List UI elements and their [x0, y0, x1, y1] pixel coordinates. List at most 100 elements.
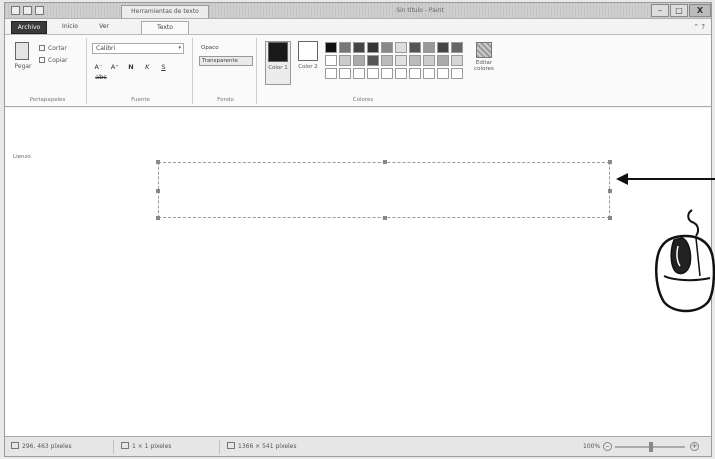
- cursor-icon: [11, 442, 19, 449]
- color1-label: Color 1: [268, 65, 288, 71]
- palette-color-swatch[interactable]: [339, 42, 351, 53]
- edit-colors-button[interactable]: Editar colores: [469, 42, 499, 72]
- image-size-icon: [227, 442, 235, 449]
- palette-color-swatch[interactable]: [395, 55, 407, 66]
- palette-color-swatch[interactable]: [423, 42, 435, 53]
- transparent-option[interactable]: Transparente: [199, 56, 253, 66]
- palette-color-swatch[interactable]: [381, 68, 393, 79]
- palette-color-swatch[interactable]: [437, 68, 449, 79]
- window-title: Sin título - Paint: [396, 7, 444, 14]
- copy-label: Copiar: [48, 57, 68, 64]
- font-size-down-button[interactable]: A⁻: [93, 62, 104, 72]
- zoom-out-button[interactable]: –: [603, 442, 612, 451]
- arrow-line: [627, 178, 715, 180]
- ribbon: Pegar Cortar Copiar Portapapeles Calibri…: [5, 34, 711, 107]
- colors-group-label: Colores: [352, 97, 374, 103]
- paste-button[interactable]: Pegar: [11, 63, 35, 70]
- font-group-label: Fuente: [131, 97, 150, 103]
- paint-window: Herramientas de texto Sin título - Paint…: [4, 2, 712, 457]
- maximize-button[interactable]: □: [670, 4, 688, 17]
- strikethrough-button[interactable]: abc: [93, 72, 109, 82]
- palette-color-swatch[interactable]: [437, 42, 449, 53]
- minimize-button[interactable]: –: [651, 4, 669, 17]
- undo-icon[interactable]: [23, 6, 32, 15]
- palette-color-swatch[interactable]: [381, 42, 393, 53]
- palette-color-swatch[interactable]: [423, 55, 435, 66]
- tab-file[interactable]: Archivo: [11, 21, 47, 34]
- resize-handle-e[interactable]: [608, 189, 612, 193]
- color2-button[interactable]: Color 2: [295, 41, 321, 85]
- selection-icon: [121, 442, 129, 449]
- quick-access-toolbar: [11, 6, 71, 16]
- resize-handle-nw[interactable]: [156, 160, 160, 164]
- opaque-option[interactable]: Opaco: [199, 44, 253, 54]
- color2-swatch: [298, 41, 318, 61]
- resize-handle-se[interactable]: [608, 216, 612, 220]
- selection-size: 1 × 1 píxeles: [121, 442, 171, 452]
- background-group-label: Fondo: [217, 97, 234, 103]
- image-size-value: 1366 × 541 píxeles: [238, 443, 297, 450]
- palette-color-swatch[interactable]: [409, 42, 421, 53]
- resize-handle-w[interactable]: [156, 189, 160, 193]
- palette-color-swatch[interactable]: [395, 42, 407, 53]
- palette-color-swatch[interactable]: [437, 55, 449, 66]
- palette-color-swatch[interactable]: [409, 55, 421, 66]
- edit-colors-label: Editar colores: [474, 60, 494, 72]
- font-family-select[interactable]: Calibri ▾: [92, 43, 184, 54]
- zoom-in-button[interactable]: +: [690, 442, 699, 451]
- font-group: Calibri ▾ A⁻ A⁺ N K S abc Fuente: [89, 38, 193, 104]
- ribbon-tabs: Archivo Inicio Ver Texto ⌃ ?: [5, 20, 711, 34]
- palette-color-swatch[interactable]: [339, 55, 351, 66]
- resize-handle-ne[interactable]: [608, 160, 612, 164]
- palette-color-swatch[interactable]: [353, 55, 365, 66]
- palette-color-swatch[interactable]: [325, 42, 337, 53]
- palette-color-swatch[interactable]: [451, 68, 463, 79]
- bold-button[interactable]: N: [125, 62, 136, 72]
- palette-color-swatch[interactable]: [451, 55, 463, 66]
- background-group: Opaco Transparente Fondo: [195, 38, 257, 104]
- zoom-slider-knob[interactable]: [649, 442, 653, 452]
- underline-button[interactable]: S: [158, 62, 169, 72]
- palette-color-swatch[interactable]: [451, 42, 463, 53]
- status-bar: 296, 463 píxeles 1 × 1 píxeles 1366 × 54…: [5, 436, 711, 456]
- resize-handle-n[interactable]: [383, 160, 387, 164]
- italic-button[interactable]: K: [142, 62, 153, 72]
- copy-button[interactable]: Copiar: [39, 56, 67, 65]
- resize-handle-s[interactable]: [383, 216, 387, 220]
- resize-handle-sw[interactable]: [156, 216, 160, 220]
- cursor-position: 296, 463 píxeles: [11, 442, 72, 452]
- palette-color-swatch[interactable]: [353, 42, 365, 53]
- color1-button[interactable]: Color 1: [265, 41, 291, 85]
- status-separator: [113, 440, 114, 454]
- mouse-icon: [655, 209, 715, 313]
- close-button[interactable]: X: [689, 4, 711, 17]
- palette-color-swatch[interactable]: [367, 55, 379, 66]
- cut-button[interactable]: Cortar: [39, 44, 67, 53]
- text-tools-context-tab: Herramientas de texto: [121, 5, 209, 18]
- tab-text[interactable]: Texto: [141, 21, 189, 34]
- palette-color-swatch[interactable]: [353, 68, 365, 79]
- palette-color-swatch[interactable]: [423, 68, 435, 79]
- tab-view[interactable]: Ver: [91, 21, 117, 34]
- palette-color-swatch[interactable]: [367, 68, 379, 79]
- colors-group: Color 1 Color 2 Editar colores Colores: [263, 38, 505, 104]
- help-icon[interactable]: ⌃ ?: [693, 23, 705, 31]
- color2-label: Color 2: [298, 64, 318, 70]
- tab-home[interactable]: Inicio: [55, 21, 85, 34]
- scissors-icon: [39, 45, 45, 51]
- drawing-canvas[interactable]: Lienzo: [5, 108, 711, 436]
- font-size-up-button[interactable]: A⁺: [109, 62, 120, 72]
- paste-icon[interactable]: [15, 42, 29, 60]
- palette-color-swatch[interactable]: [339, 68, 351, 79]
- palette-color-swatch[interactable]: [381, 55, 393, 66]
- palette-color-swatch[interactable]: [325, 55, 337, 66]
- palette-color-swatch[interactable]: [325, 68, 337, 79]
- save-icon[interactable]: [11, 6, 20, 15]
- format-buttons: A⁻ A⁺ N K S abc: [93, 62, 189, 81]
- text-box-selection[interactable]: [156, 160, 612, 220]
- palette-color-swatch[interactable]: [409, 68, 421, 79]
- palette-color-swatch[interactable]: [367, 42, 379, 53]
- redo-icon[interactable]: [35, 6, 44, 15]
- cursor-position-value: 296, 463 píxeles: [22, 443, 72, 450]
- palette-color-swatch[interactable]: [395, 68, 407, 79]
